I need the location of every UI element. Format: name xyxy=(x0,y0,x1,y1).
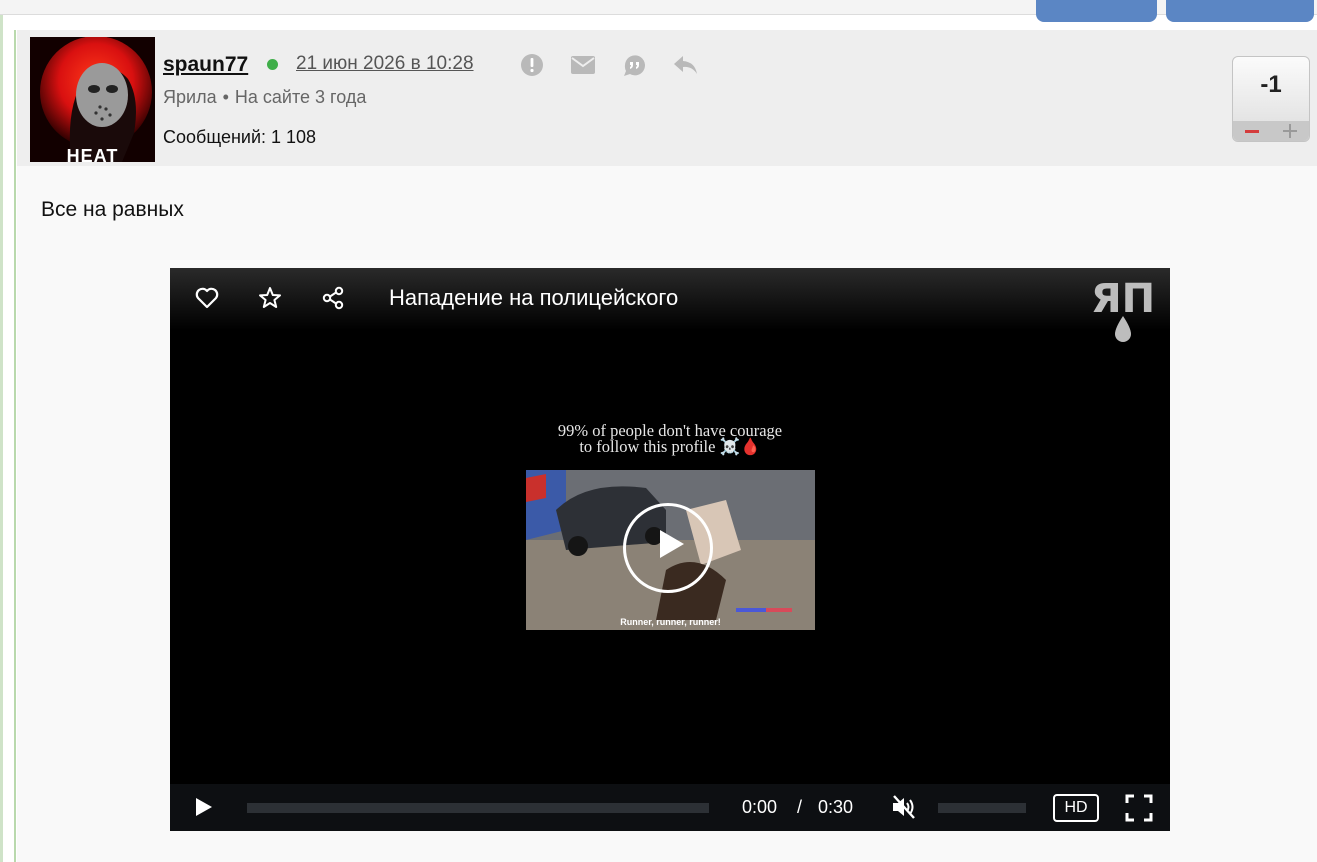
top-tab-button-2[interactable] xyxy=(1166,0,1314,22)
user-tenure: На сайте 3 года xyxy=(234,87,367,107)
fullscreen-icon[interactable] xyxy=(1125,794,1153,822)
time-separator: / xyxy=(797,797,803,817)
user-rank: Ярила xyxy=(163,87,217,107)
big-play-button[interactable] xyxy=(623,503,713,593)
rating-plus-button[interactable] xyxy=(1283,124,1297,138)
mute-icon[interactable] xyxy=(890,794,918,820)
user-post-count: Сообщений: 1 108 xyxy=(163,127,317,147)
current-time: 0:00 xyxy=(742,797,778,817)
top-tab-button-1[interactable] xyxy=(1036,0,1157,22)
reply-icon[interactable] xyxy=(673,53,699,77)
thumbnail-subtitle: Runner, runner, runner! xyxy=(620,617,721,627)
online-status-indicator xyxy=(267,59,278,70)
player-controls: 0:00 / 0:30 HD xyxy=(170,784,1170,831)
play-icon[interactable] xyxy=(195,797,213,817)
rating-widget: -1 xyxy=(1232,56,1310,142)
rating-minus-button[interactable] xyxy=(1245,130,1259,133)
left-rail xyxy=(0,0,3,862)
avatar[interactable]: HEAT xyxy=(30,37,155,162)
mail-icon[interactable] xyxy=(570,53,596,77)
share-icon[interactable] xyxy=(320,285,346,311)
heart-icon[interactable] xyxy=(194,285,220,311)
duration: 0:30 xyxy=(818,797,854,817)
avatar-text: HEAT xyxy=(66,146,119,162)
username-link[interactable]: spaun77 xyxy=(163,53,248,77)
forum-post: HEAT spaun77 21 июн 2026 в 10:28 Ярила • Н… xyxy=(17,30,1317,862)
quote-icon[interactable] xyxy=(622,53,648,77)
rating-value: -1 xyxy=(1260,71,1282,98)
post-date-link[interactable]: 21 июн 2026 в 10:28 xyxy=(296,53,474,75)
watermark-text: ЯП xyxy=(1091,278,1155,322)
video-player[interactable]: Нападение на полицейского ЯП 99% of peop… xyxy=(170,268,1170,831)
progress-bar[interactable] xyxy=(247,803,709,813)
video-caption: 99% of people don't have courage to foll… xyxy=(500,422,840,456)
star-icon[interactable] xyxy=(257,285,283,311)
rating-controls xyxy=(1233,121,1309,141)
video-caption-line2: to follow this profile ☠️🩸 xyxy=(579,437,761,456)
quality-hd-button[interactable]: HD xyxy=(1053,794,1099,822)
user-meta: Ярила • На сайте 3 года xyxy=(163,87,366,108)
report-icon[interactable] xyxy=(520,53,546,77)
post-header: HEAT spaun77 21 июн 2026 в 10:28 Ярила • Н… xyxy=(17,30,1317,166)
thread-line xyxy=(14,30,16,862)
meta-separator: • xyxy=(222,87,229,107)
video-title: Нападение на полицейского xyxy=(389,285,679,310)
site-watermark-logo: ЯП xyxy=(1087,276,1159,344)
post-body-text: Все на равных xyxy=(41,198,184,221)
volume-slider[interactable] xyxy=(938,803,1026,813)
